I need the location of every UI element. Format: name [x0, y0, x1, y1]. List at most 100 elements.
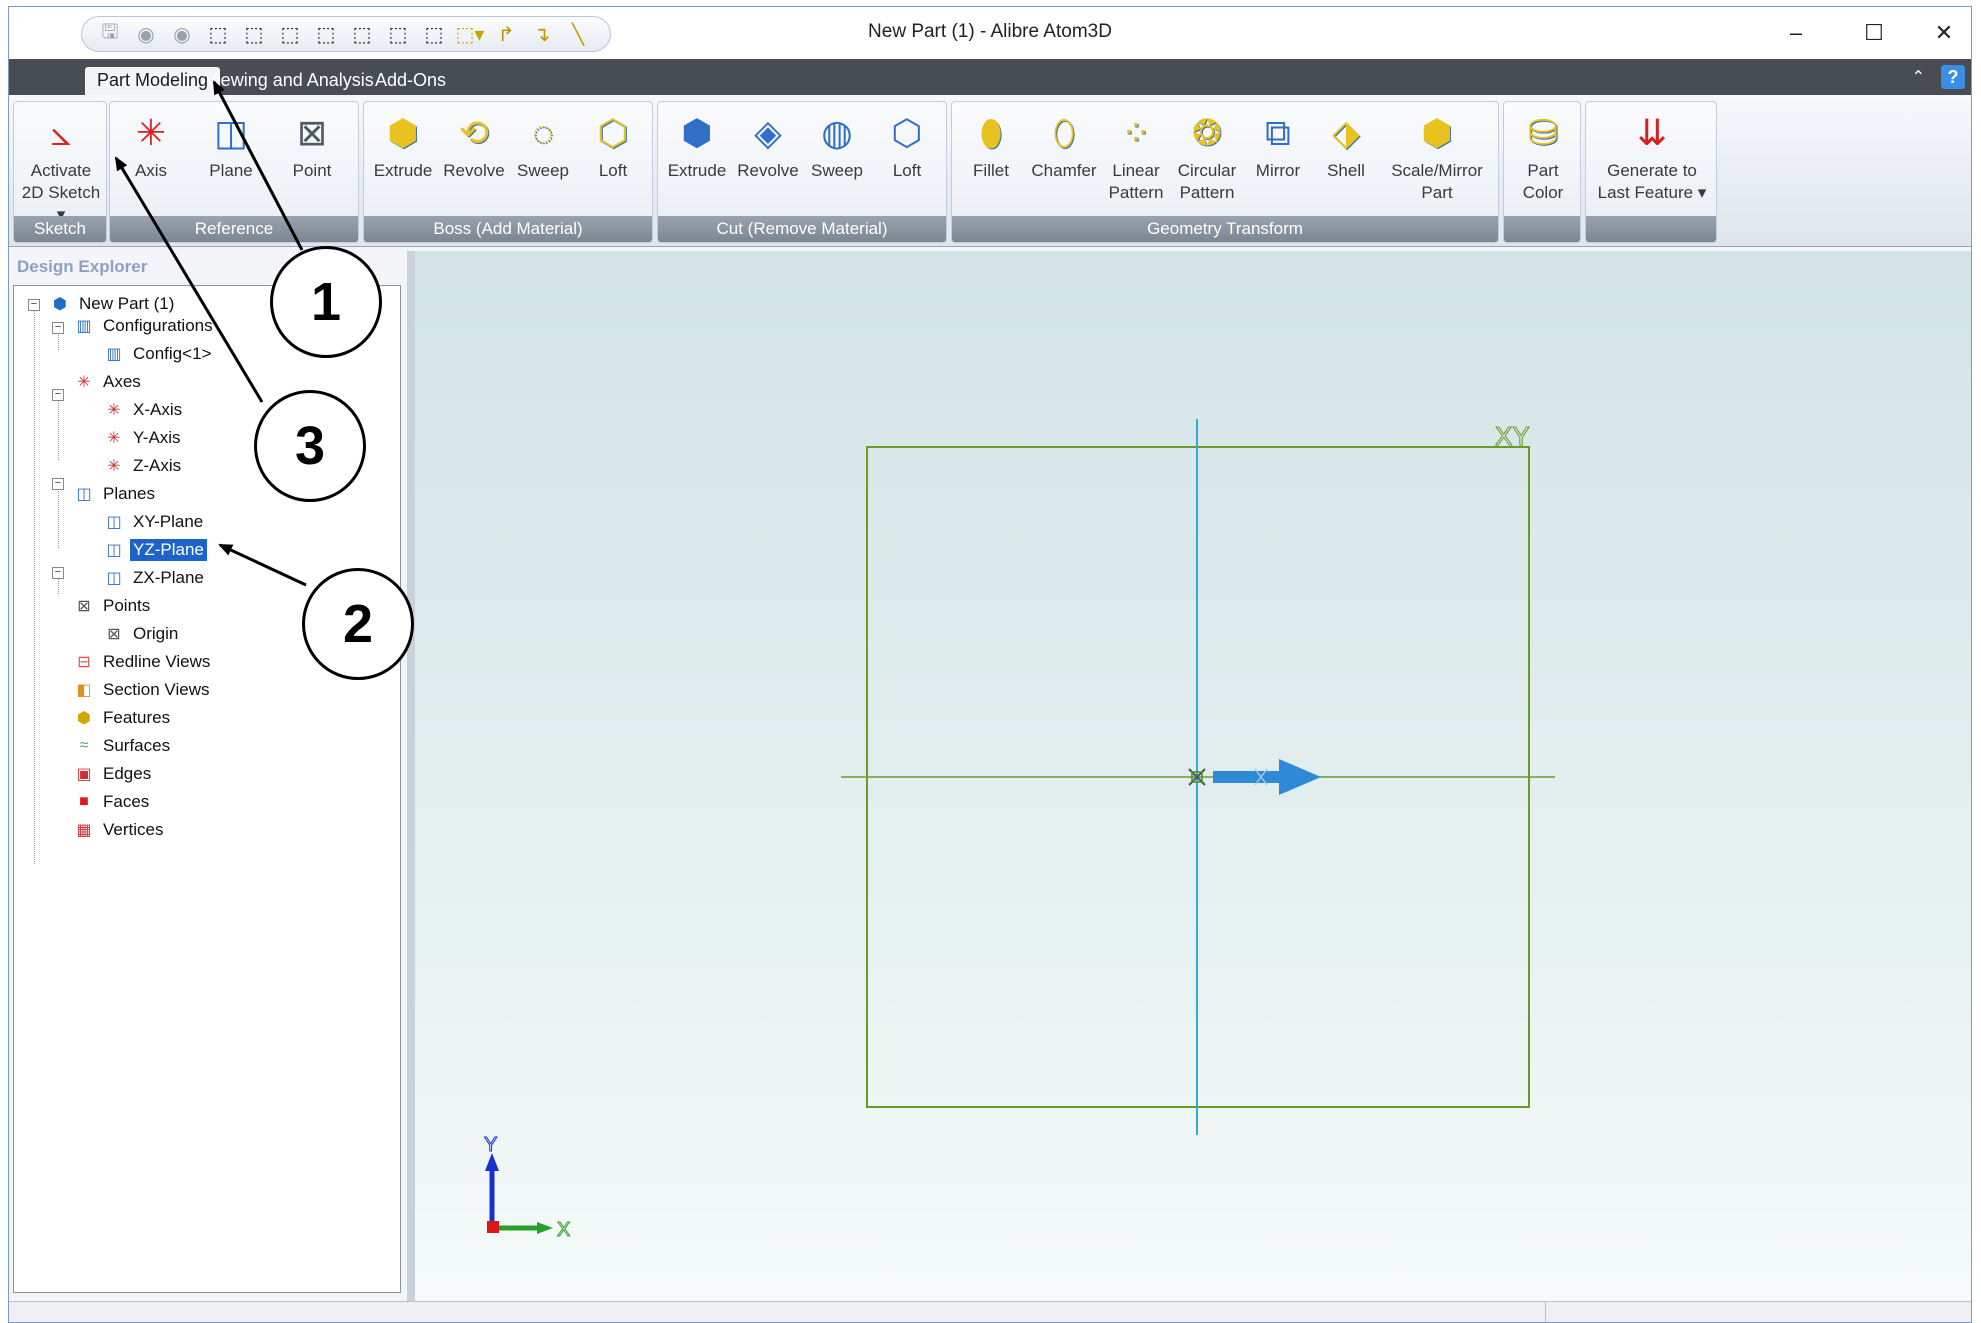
origin-icon: ⊠: [107, 626, 121, 643]
3d-viewport[interactable]: XY Y X: [415, 251, 1971, 1301]
cut-extrude-label: Extrude: [667, 161, 727, 180]
explorer-splitter[interactable]: [407, 251, 415, 1301]
axis-icon: ✳: [107, 430, 121, 447]
circular-pattern-icon: ❂: [1191, 112, 1223, 153]
tree-item-zx-plane[interactable]: ◫ ZX-Plane: [104, 565, 207, 591]
tree-item-redline-views[interactable]: ⊟ Redline Views: [74, 649, 213, 675]
tree-item-edges[interactable]: ▣ Edges: [74, 761, 154, 787]
cut-sweep-button[interactable]: ◍ Sweep: [804, 108, 870, 212]
fillet-button[interactable]: ⬮ Fillet: [958, 108, 1024, 212]
status-bar: [9, 1301, 1971, 1322]
group-label-cut: Cut (Remove Material): [658, 216, 946, 242]
cut-loft-label: Loft: [892, 161, 922, 180]
chamfer-label: Chamfer: [1031, 161, 1097, 180]
minimize-button[interactable]: –: [1767, 15, 1825, 51]
group-generate: ⇊ Generate to Last Feature ▾: [1585, 101, 1717, 243]
group-boss: ⬢ Extrude ⟲ Revolve ◌ Sweep ⬡ Loft Boss …: [363, 101, 653, 243]
part-color-label-1: Part: [1527, 161, 1559, 180]
tree-item-config-1[interactable]: ▥ Config<1>: [104, 341, 214, 367]
tree-item-origin[interactable]: ⊠ Origin: [104, 621, 181, 647]
tree-item-configurations[interactable]: ▥ Configurations: [74, 313, 216, 339]
plane-normal-arrow: [1213, 759, 1321, 795]
tree-item-points[interactable]: ⊠ Points: [74, 593, 153, 619]
tab-add-ons[interactable]: Add-Ons: [363, 67, 458, 95]
expander-planes[interactable]: −: [52, 478, 64, 490]
part-color-button[interactable]: ⛁ Part Color: [1508, 108, 1578, 212]
mirror-button[interactable]: ⧉ Mirror: [1246, 108, 1310, 212]
maximize-button[interactable]: ☐: [1845, 15, 1903, 51]
group-sketch: ⦣ Activate 2D Sketch ▾ Sketch: [13, 101, 107, 243]
expander-configurations[interactable]: −: [52, 322, 64, 334]
scale-mirror-label-1: Scale/Mirror: [1391, 161, 1483, 180]
point-icon: ⊠: [296, 112, 328, 153]
point-button[interactable]: ⊠ Point: [276, 108, 348, 212]
plane-label: XY: [1495, 421, 1530, 451]
tree-item-xy-plane[interactable]: ◫ XY-Plane: [104, 509, 206, 535]
callout-2: 2: [302, 568, 414, 680]
tree-item-axes[interactable]: ✳ Axes: [74, 369, 144, 395]
axis-icon: ✳: [135, 112, 167, 153]
generate-to-last-feature-button[interactable]: ⇊ Generate to Last Feature ▾: [1590, 108, 1714, 212]
fillet-icon: ⬮: [979, 112, 1003, 153]
tab-viewing-and-analysis[interactable]: Viewing and Analysis: [193, 67, 386, 95]
group-label-sketch: Sketch: [14, 216, 106, 242]
circular-pattern-label-1: Circular: [1177, 161, 1237, 180]
cut-sweep-icon: ◍: [821, 112, 853, 153]
axis-icon: ✳: [107, 402, 121, 419]
coordinate-triad: Y X: [484, 1134, 571, 1242]
group-reference: ✳ Axis ◫ Plane ⊠ Point Reference: [109, 101, 359, 243]
linear-pattern-button[interactable]: ⁘ Linear Pattern: [1104, 108, 1168, 212]
tree-item-vertices[interactable]: ▦ Vertices: [74, 817, 166, 843]
generate-label-2: Last Feature ▾: [1597, 183, 1707, 202]
boss-revolve-button[interactable]: ⟲ Revolve: [438, 108, 510, 212]
expander-axes[interactable]: −: [52, 389, 64, 401]
tree-item-planes[interactable]: ◫ Planes: [74, 481, 158, 507]
cut-loft-icon: ⬡: [891, 112, 923, 153]
tree-item-y-axis[interactable]: ✳ Y-Axis: [104, 425, 184, 451]
boss-sweep-button[interactable]: ◌ Sweep: [510, 108, 576, 212]
tree-item-faces[interactable]: ■ Faces: [74, 789, 152, 815]
planes-icon: ◫: [76, 486, 92, 503]
expander-new-part[interactable]: −: [28, 299, 40, 311]
status-bar-cell: [1545, 1302, 1965, 1322]
shell-button[interactable]: ⬗ Shell: [1314, 108, 1378, 212]
tree-item-surfaces[interactable]: ≈ Surfaces: [74, 733, 173, 759]
plane-button[interactable]: ◫ Plane: [196, 108, 266, 212]
group-label-geometry-transform: Geometry Transform: [952, 216, 1498, 242]
help-icon[interactable]: ?: [1941, 65, 1965, 89]
window-title: New Part (1) - Alibre Atom3D: [868, 21, 1112, 42]
chamfer-button[interactable]: ⬯ Chamfer: [1026, 108, 1102, 212]
scale-mirror-label-2: Part: [1421, 183, 1453, 202]
linear-pattern-label-1: Linear: [1112, 161, 1160, 180]
tree-item-features[interactable]: ⬢ Features: [74, 705, 173, 731]
activate-2d-sketch-button[interactable]: ⦣ Activate 2D Sketch ▾: [16, 108, 106, 224]
revolve-icon: ⟲: [458, 112, 490, 153]
expander-points[interactable]: −: [52, 567, 64, 579]
tree-item-x-axis[interactable]: ✳ X-Axis: [104, 397, 185, 423]
callout-1: 1: [270, 246, 382, 358]
boss-loft-button[interactable]: ⬡ Loft: [580, 108, 646, 212]
scale-mirror-part-button[interactable]: ⬢ Scale/Mirror Part: [1382, 108, 1492, 212]
axis-button[interactable]: ✳ Axis: [116, 108, 186, 212]
point-label: Point: [292, 161, 332, 180]
cut-extrude-icon: ⬢: [681, 112, 713, 153]
paint-bucket-icon: ⛁: [1527, 112, 1559, 153]
circular-pattern-button[interactable]: ❂ Circular Pattern: [1170, 108, 1244, 212]
boss-loft-label: Loft: [598, 161, 628, 180]
tree-item-section-views[interactable]: ◧ Section Views: [74, 677, 212, 703]
cut-extrude-button[interactable]: ⬢ Extrude: [660, 108, 734, 212]
tree-item-yz-plane[interactable]: ◫ YZ-Plane: [104, 537, 207, 563]
boss-extrude-button[interactable]: ⬢ Extrude: [366, 108, 440, 212]
close-button[interactable]: ✕: [1915, 15, 1971, 51]
chamfer-icon: ⬯: [1052, 112, 1076, 153]
ribbon-collapse-icon[interactable]: ⌃: [1912, 67, 1925, 87]
mirror-icon: ⧉: [1265, 112, 1291, 153]
tree-item-z-axis[interactable]: ✳ Z-Axis: [104, 453, 184, 479]
sweep-icon: ◌: [532, 112, 554, 153]
design-explorer-title: Design Explorer: [17, 257, 148, 276]
cut-revolve-button[interactable]: ◈ Revolve: [732, 108, 804, 212]
group-cut: ⬢ Extrude ◈ Revolve ◍ Sweep ⬡ Loft Cut (…: [657, 101, 947, 243]
cut-loft-button[interactable]: ⬡ Loft: [874, 108, 940, 212]
cut-revolve-label: Revolve: [737, 161, 799, 180]
redline-icon: ⊟: [77, 654, 91, 671]
